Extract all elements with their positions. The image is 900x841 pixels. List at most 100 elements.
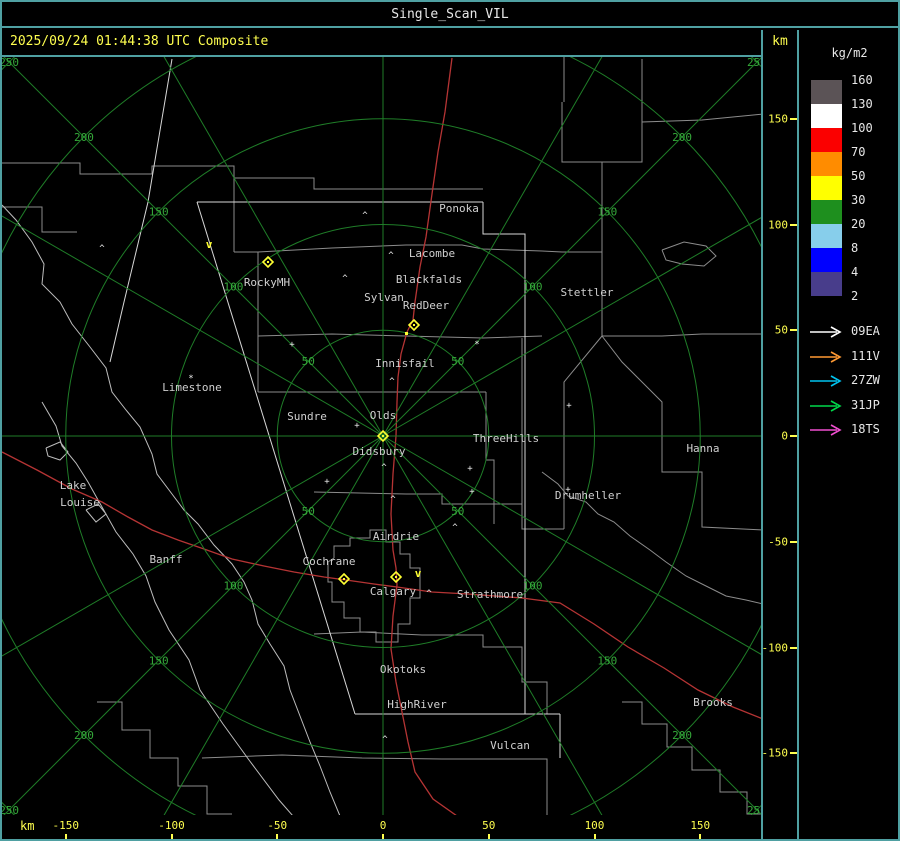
- city-label: Okotoks: [380, 663, 426, 676]
- right-scale-label: 0: [781, 429, 788, 443]
- radar-arrow-icon: [810, 424, 842, 436]
- range-ring-label: 150: [149, 654, 169, 667]
- radar-map-svg: 50 100 150 200 250 50 100 150 200 250 50 100 150 200 2…: [2, 57, 761, 815]
- town-marker-glyph: +: [324, 477, 330, 487]
- right-scale-tick: [790, 223, 797, 226]
- legend-radar-row: 31JP: [799, 398, 898, 417]
- radar-arrow-icon: [810, 350, 842, 363]
- bottom-scale-label: -150: [52, 819, 80, 832]
- town-marker-glyph: ^: [390, 495, 396, 505]
- provincial-border-line: [2, 204, 341, 815]
- legend-scale-value: 30: [851, 193, 866, 207]
- legend-swatch: [811, 224, 842, 248]
- city-label: Lacombe: [409, 247, 455, 260]
- right-scale-unit: km: [772, 34, 788, 49]
- bottom-scale-label: 0: [379, 819, 387, 832]
- legend-swatch: [811, 200, 842, 224]
- town-marker-glyph: +: [566, 401, 572, 411]
- county-boundary-line: [561, 102, 761, 163]
- county-boundary-line: [257, 333, 543, 339]
- radar-id-label: 09EA: [851, 324, 880, 338]
- legend-swatch: [811, 128, 842, 152]
- city-label: Limestone: [162, 381, 222, 394]
- city-label: Lake: [60, 479, 87, 492]
- county-boundary-line: [234, 251, 259, 392]
- city-label: Sylvan: [364, 291, 404, 304]
- bottom-scale-tick: [64, 834, 67, 839]
- city-label: Strathmore: [457, 588, 523, 601]
- city-label: Vulcan: [490, 739, 530, 752]
- storm-marker-v-icon: v: [206, 238, 213, 251]
- radar-id-label: 111V: [851, 348, 880, 363]
- bottom-scale-unit: km: [20, 819, 35, 833]
- city-label: Ponoka: [439, 202, 479, 215]
- legend-scale-value: 160: [851, 73, 873, 87]
- bottom-scale-tick: [276, 834, 279, 839]
- bottom-scale-label: -100: [158, 819, 185, 832]
- radar-id-label: 18TS: [851, 422, 880, 436]
- header-strip: 2025/09/24 01:44:38 UTC Composite: [2, 30, 761, 57]
- legend-swatch: [811, 104, 842, 128]
- city-marker-dot: [395, 576, 397, 578]
- bottom-scale-label: 150: [690, 819, 711, 832]
- town-marker-glyph: *: [474, 340, 479, 350]
- city-label: Hanna: [686, 442, 719, 455]
- legend-unit-label: kg/m2: [831, 46, 868, 60]
- city-label: Drumheller: [555, 489, 622, 502]
- legend-swatch: [811, 152, 842, 176]
- radar-map-canvas: 50 100 150 200 250 50 100 150 200 250 50 100 150 200 2…: [2, 57, 761, 815]
- range-ring-label: 100: [224, 280, 244, 293]
- right-scale-label: 150: [768, 112, 788, 126]
- legend-scale-value: 2: [851, 289, 859, 303]
- timestamp-label: 2025/09/24 01:44:38 UTC Composite: [10, 34, 269, 49]
- town-marker-glyph: +: [289, 340, 295, 350]
- provincial-border-line: [45, 441, 69, 461]
- town-marker-glyph: +: [354, 421, 360, 431]
- town-marker-glyph: ^: [452, 523, 458, 533]
- town-marker-glyph: ^: [99, 244, 105, 254]
- bottom-scale-label: 100: [584, 819, 605, 832]
- county-boundary-line: [601, 335, 761, 531]
- radar-id-label: 31JP: [851, 397, 880, 412]
- town-marker-glyph: ^: [389, 377, 395, 387]
- provincial-border-line: [41, 401, 293, 815]
- legend-swatch: [811, 248, 842, 272]
- city-label: ThreeHills: [473, 432, 539, 445]
- legend-scale-value: 130: [851, 97, 873, 111]
- legend-radar-row: 27ZW: [799, 373, 898, 392]
- city-label: Cochrane: [303, 555, 356, 568]
- county-boundary-line: [2, 206, 77, 233]
- yellow-dot-marker: [405, 332, 408, 335]
- range-ring-label: 150: [597, 654, 617, 667]
- right-scale-tick: [790, 329, 797, 332]
- town-marker-glyph: +: [469, 487, 475, 497]
- town-marker-glyph: ^: [342, 274, 348, 284]
- right-scale-label: -50: [768, 535, 788, 549]
- window-title: Single_Scan_VIL: [391, 7, 509, 22]
- city-marker-dot: [267, 261, 269, 263]
- range-ring-label: 200: [672, 729, 692, 742]
- city-label: Olds: [370, 409, 397, 422]
- city-label: RockyMH: [244, 276, 290, 289]
- city-marker-dot: [413, 324, 415, 326]
- right-scale-label: -100: [761, 641, 789, 654]
- right-scale-tick: [790, 752, 797, 755]
- range-ring-label: 200: [74, 729, 94, 742]
- radar-coverage-boundary: [482, 202, 526, 714]
- legend-scale-value: 20: [851, 217, 866, 231]
- right-scale-tick: [790, 646, 797, 649]
- legend-swatch: [811, 272, 842, 296]
- town-marker-glyph: ^: [362, 211, 368, 221]
- town-marker-glyph: +: [467, 464, 473, 474]
- city-label: HighRiver: [387, 698, 447, 711]
- city-label: Innisfail: [375, 357, 435, 370]
- city-label: Sundre: [287, 410, 327, 423]
- radar-id-label: 27ZW: [851, 373, 880, 387]
- town-marker-glyph: ^: [382, 735, 388, 745]
- city-label: Airdrie: [373, 530, 419, 543]
- range-ring-label: 150: [149, 206, 169, 219]
- radar-app-window: Single_Scan_VIL 2025/09/24 01:44:38 UTC …: [0, 0, 900, 841]
- range-ring-label: 200: [74, 131, 94, 144]
- city-label: Louise: [60, 496, 100, 509]
- city-marker-dot: [343, 578, 345, 580]
